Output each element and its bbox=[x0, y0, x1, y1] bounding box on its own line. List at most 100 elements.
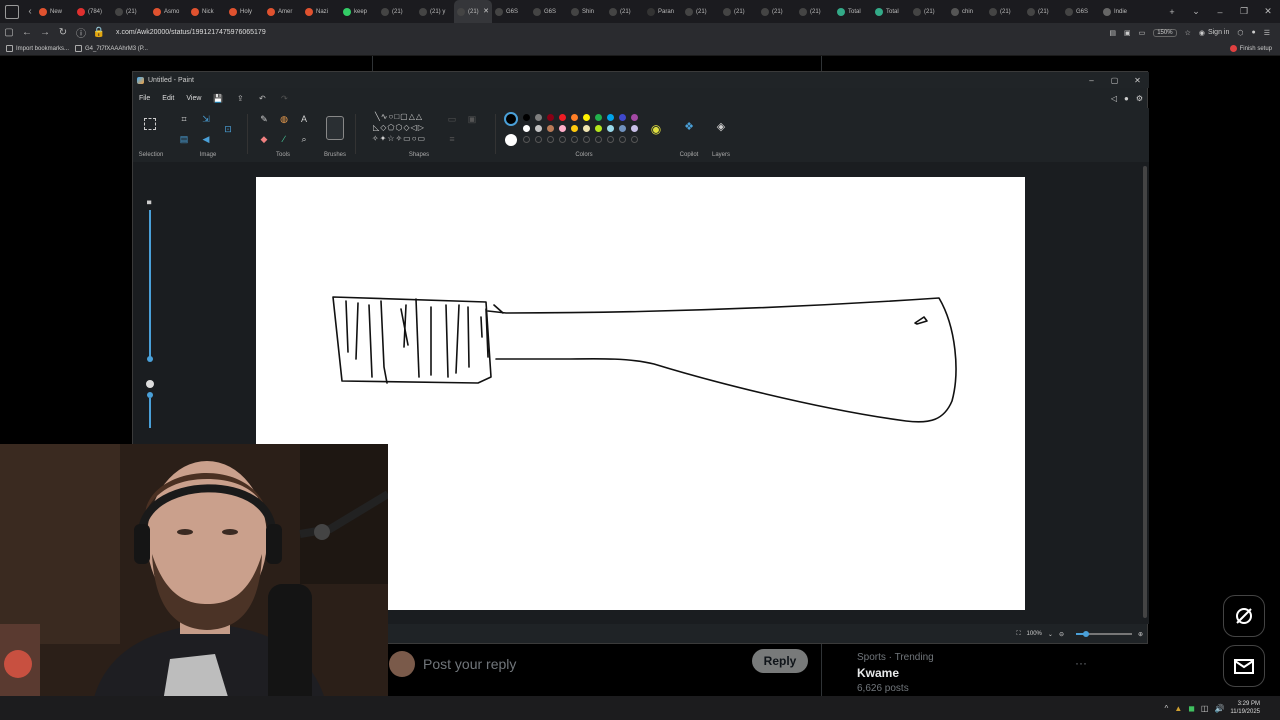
bookmark-import[interactable]: Import bookmarks... bbox=[6, 45, 69, 52]
network-icon[interactable]: ◫ bbox=[1201, 704, 1209, 713]
reader-icon[interactable]: ▤ bbox=[1109, 29, 1116, 37]
color-swatch[interactable] bbox=[535, 114, 542, 121]
color-swatch[interactable] bbox=[571, 114, 578, 121]
more-icon[interactable]: ··· bbox=[1075, 656, 1087, 670]
tray-chevron-icon[interactable]: ^ bbox=[1165, 704, 1169, 713]
undo-icon[interactable]: ↶ bbox=[251, 94, 273, 103]
url-field[interactable]: x.com/Awk20000/status/199121747597606517… bbox=[116, 29, 1109, 36]
browser-tab[interactable]: G6S bbox=[492, 0, 530, 23]
browser-tab[interactable]: keep bbox=[340, 0, 378, 23]
color-swatch[interactable] bbox=[583, 125, 590, 132]
secondary-color[interactable] bbox=[505, 134, 517, 146]
color-swatch[interactable] bbox=[619, 125, 626, 132]
color-swatch[interactable] bbox=[607, 125, 614, 132]
copilot-icon[interactable]: ❖ bbox=[682, 120, 696, 134]
outline-icon[interactable]: ▭ bbox=[445, 112, 459, 126]
zoom-out-icon[interactable]: ⊖ bbox=[1059, 631, 1064, 638]
zoom-indicator[interactable]: 150% bbox=[1153, 28, 1177, 37]
menu-edit[interactable]: Edit bbox=[162, 95, 174, 102]
browser-tab[interactable]: Amer bbox=[264, 0, 302, 23]
redo-icon[interactable]: ↷ bbox=[273, 94, 295, 103]
trend-item[interactable]: Sports · Trending Kwame 6,626 posts ··· bbox=[857, 652, 1097, 694]
color-swatch[interactable] bbox=[523, 125, 530, 132]
zoom-slider-knob[interactable] bbox=[1082, 631, 1089, 637]
zoom-slider[interactable] bbox=[1075, 631, 1132, 637]
browser-tab[interactable]: chin bbox=[948, 0, 986, 23]
browser-tab[interactable]: (21) ✕ bbox=[454, 0, 492, 23]
tray-app-icon[interactable]: ▲ bbox=[1174, 704, 1182, 713]
brush-size-slider[interactable]: ▀ bbox=[146, 202, 154, 428]
tab-close-icon[interactable]: ✕ bbox=[483, 7, 489, 15]
save-icon[interactable]: 💾 bbox=[207, 94, 229, 103]
grok-button[interactable] bbox=[1223, 595, 1265, 637]
slider-knob[interactable] bbox=[147, 356, 153, 362]
menu-icon[interactable]: ☰ bbox=[1264, 29, 1270, 37]
color-swatch[interactable] bbox=[547, 125, 554, 132]
fill-icon[interactable]: ◍ bbox=[277, 112, 291, 126]
maximize-icon[interactable]: ❐ bbox=[1232, 6, 1256, 17]
favorite-icon[interactable]: ☆ bbox=[1185, 29, 1191, 37]
color-swatch[interactable] bbox=[547, 114, 554, 121]
shape-fill-icon[interactable]: ▣ bbox=[465, 112, 479, 126]
color-swatch[interactable] bbox=[607, 114, 614, 121]
feedback-icon[interactable]: ◁ bbox=[1111, 94, 1117, 103]
menu-file[interactable]: File bbox=[139, 95, 150, 102]
custom-color-slot[interactable] bbox=[535, 136, 542, 143]
browser-tab[interactable]: (784) bbox=[74, 0, 112, 23]
custom-color-slot[interactable] bbox=[523, 136, 530, 143]
tray-app2-icon[interactable]: ◼ bbox=[1188, 704, 1195, 713]
zoom-dropdown-icon[interactable]: ⌄ bbox=[1048, 631, 1053, 638]
browser-tab[interactable]: Nazi bbox=[302, 0, 340, 23]
custom-color-slot[interactable] bbox=[547, 136, 554, 143]
layers-icon[interactable]: ◈ bbox=[714, 120, 728, 134]
close-icon[interactable]: ✕ bbox=[1256, 6, 1280, 17]
zoom-level[interactable]: 100% bbox=[1027, 631, 1042, 637]
workspaces-icon[interactable] bbox=[5, 4, 19, 19]
reply-input[interactable]: Post your reply bbox=[423, 656, 516, 672]
sidebar-icon[interactable]: ▢ bbox=[0, 27, 18, 38]
custom-color-slot[interactable] bbox=[571, 136, 578, 143]
color-swatch[interactable] bbox=[571, 125, 578, 132]
color-swatch[interactable] bbox=[619, 114, 626, 121]
custom-color-slot[interactable] bbox=[631, 136, 638, 143]
cast-icon[interactable]: ▭ bbox=[1139, 29, 1146, 37]
menu-view[interactable]: View bbox=[186, 95, 201, 102]
bookmark-image[interactable]: G4_7t7fXAAAhrM3 (P... bbox=[75, 45, 148, 52]
edit-colors-icon[interactable]: ◉ bbox=[649, 122, 663, 136]
screenshot-icon[interactable]: ▣ bbox=[1124, 29, 1131, 37]
browser-tab[interactable]: (21) bbox=[910, 0, 948, 23]
browser-tab[interactable]: G6S bbox=[530, 0, 568, 23]
browser-tab[interactable]: (21) bbox=[682, 0, 720, 23]
line-size-icon[interactable]: ≡ bbox=[445, 132, 459, 146]
extensions-icon[interactable]: ⬡ bbox=[1237, 29, 1243, 37]
color-swatch[interactable] bbox=[523, 114, 530, 121]
shapes-row-3[interactable]: ✧✦☆✧▭○▭ bbox=[359, 132, 439, 146]
custom-color-slot[interactable] bbox=[559, 136, 566, 143]
reply-button[interactable]: Reply bbox=[752, 649, 808, 673]
site-info-icon[interactable]: ⓘ bbox=[72, 25, 90, 40]
color-picker-icon[interactable]: ∕ bbox=[277, 132, 291, 146]
color-swatch[interactable] bbox=[595, 114, 602, 121]
browser-tab[interactable]: (21) bbox=[606, 0, 644, 23]
crop-icon[interactable]: ⌗ bbox=[177, 112, 191, 126]
resize-icon[interactable]: ⇲ bbox=[199, 112, 213, 126]
rotate-icon[interactable]: ▤ bbox=[177, 132, 191, 146]
tab-back-icon[interactable]: ‹ bbox=[24, 6, 36, 17]
browser-tab[interactable]: (21) bbox=[986, 0, 1024, 23]
share-icon[interactable]: ⇪ bbox=[229, 94, 251, 103]
settings-icon[interactable]: ⚙ bbox=[1136, 94, 1143, 103]
browser-tab[interactable]: Paran bbox=[644, 0, 682, 23]
browser-tab[interactable]: (21) bbox=[378, 0, 416, 23]
paint-close-icon[interactable]: ✕ bbox=[1126, 76, 1149, 85]
custom-color-slot[interactable] bbox=[607, 136, 614, 143]
notification-icon[interactable]: ● bbox=[1251, 29, 1255, 36]
color-swatch[interactable] bbox=[631, 125, 638, 132]
color-swatch[interactable] bbox=[535, 125, 542, 132]
browser-tab[interactable]: (21) bbox=[796, 0, 834, 23]
tab-search-icon[interactable]: ⌄ bbox=[1184, 6, 1208, 17]
account-icon[interactable]: ● bbox=[1124, 94, 1129, 103]
browser-tab[interactable]: Holy bbox=[226, 0, 264, 23]
browser-tab[interactable]: Total bbox=[872, 0, 910, 23]
color-swatch[interactable] bbox=[583, 114, 590, 121]
color-swatch[interactable] bbox=[631, 114, 638, 121]
